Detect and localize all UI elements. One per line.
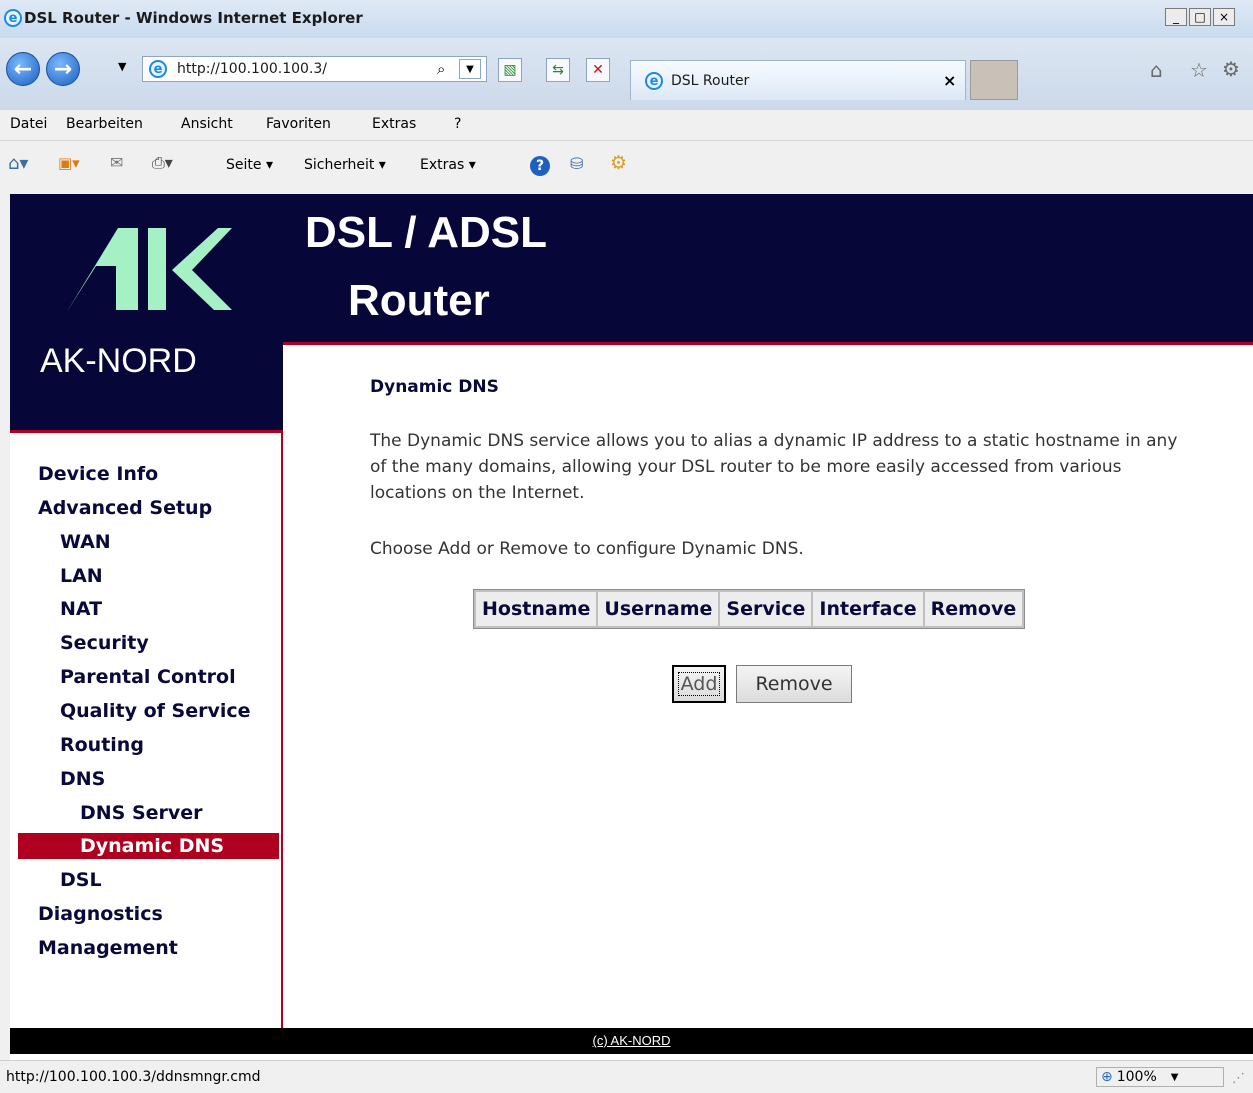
sidebar-item-lan[interactable]: LAN bbox=[60, 565, 103, 587]
ie-logo-icon: e bbox=[4, 9, 22, 27]
close-window-button[interactable]: × bbox=[1213, 8, 1235, 26]
main-content: Dynamic DNS The Dynamic DNS service allo… bbox=[284, 345, 1253, 1028]
addons-gear-icon[interactable]: ⚙ bbox=[610, 152, 627, 174]
add-button[interactable]: Add bbox=[672, 665, 726, 703]
table-header-row: Hostname Username Service Interface Remo… bbox=[476, 592, 1023, 626]
column-header-service: Service bbox=[720, 592, 812, 626]
page-ie-icon: e bbox=[149, 60, 167, 78]
new-tab-button[interactable] bbox=[970, 60, 1018, 100]
address-url: http://100.100.100.3/ bbox=[177, 61, 328, 77]
sidebar-item-dns[interactable]: DNS bbox=[60, 768, 105, 790]
refresh-icon[interactable]: ⇆ bbox=[546, 58, 570, 82]
read-mail-icon[interactable]: ✉ bbox=[110, 153, 123, 172]
sidebar-item-management[interactable]: Management bbox=[38, 937, 178, 959]
history-dropdown-icon[interactable]: ▼ bbox=[118, 60, 126, 73]
add-button-label: Add bbox=[677, 672, 721, 696]
maximize-button[interactable]: □ bbox=[1189, 8, 1211, 26]
description-text: The Dynamic DNS service allows you to al… bbox=[370, 431, 1178, 503]
security-menu[interactable]: Sicherheit ▾ bbox=[304, 157, 386, 173]
home-cmd-icon[interactable]: ⌂▾ bbox=[8, 153, 28, 174]
stop-icon[interactable]: ✕ bbox=[586, 58, 610, 82]
zoom-level: 100% bbox=[1116, 1069, 1157, 1085]
favorites-star-icon[interactable]: ☆ bbox=[1190, 58, 1208, 82]
arrow-left-icon: ← bbox=[13, 56, 33, 82]
logo-text: AK-NORD bbox=[40, 342, 197, 380]
arrow-right-icon: → bbox=[53, 56, 73, 82]
tab-ie-icon: e bbox=[645, 72, 663, 90]
column-header-interface: Interface bbox=[813, 592, 923, 626]
remove-button[interactable]: Remove bbox=[736, 665, 852, 703]
home-icon[interactable]: ⌂ bbox=[1150, 58, 1163, 82]
header-title-line2: Router bbox=[348, 276, 490, 325]
logo-area: AK-NORD bbox=[10, 194, 283, 430]
page-menu[interactable]: Seite ▾ bbox=[226, 157, 273, 173]
menu-favoriten[interactable]: Favoriten bbox=[266, 116, 331, 132]
forward-button[interactable]: → bbox=[46, 52, 80, 86]
column-header-username: Username bbox=[598, 592, 719, 626]
sidebar-item-dynamic-dns[interactable]: Dynamic DNS bbox=[80, 835, 224, 857]
resize-grip-icon[interactable]: ⋰ bbox=[1232, 1071, 1245, 1086]
tab-close-icon[interactable]: × bbox=[943, 71, 956, 90]
command-bar: ⌂▾ ▣▾ ✉ ⎙▾ Seite ▾ Sicherheit ▾ Extras ▾… bbox=[0, 141, 1253, 189]
column-header-remove: Remove bbox=[924, 592, 1023, 626]
navigation-bar: ← → ▼ e http://100.100.100.3/ ⌕ ▼ ▧ ⇆ ✕ … bbox=[0, 38, 1253, 110]
back-button[interactable]: ← bbox=[6, 52, 40, 86]
gear-icon[interactable]: ⚙ bbox=[1222, 57, 1240, 81]
sidebar-item-parental-control[interactable]: Parental Control bbox=[60, 666, 236, 688]
address-bar[interactable]: e http://100.100.100.3/ ⌕ ▼ bbox=[142, 56, 487, 82]
header-title-line1: DSL / ADSL bbox=[305, 208, 548, 257]
help-icon[interactable]: ? bbox=[530, 156, 550, 176]
compatibility-view-icon[interactable]: ▧ bbox=[498, 58, 522, 82]
chevron-down-icon: ▼ bbox=[1170, 1071, 1179, 1083]
sidebar-item-device-info[interactable]: Device Info bbox=[38, 463, 158, 485]
address-dropdown-button[interactable]: ▼ bbox=[459, 59, 481, 79]
copyright-link[interactable]: (c) AK-NORD bbox=[10, 1033, 1253, 1048]
window-title-bar: e DSL Router - Windows Internet Explorer… bbox=[0, 0, 1253, 39]
sidebar-item-routing[interactable]: Routing bbox=[60, 734, 144, 756]
minimize-button[interactable]: _ bbox=[1165, 8, 1187, 26]
zoom-icon: ⊕ bbox=[1101, 1069, 1113, 1085]
extras-cmd-menu[interactable]: Extras ▾ bbox=[420, 157, 476, 173]
sidebar-item-nat[interactable]: NAT bbox=[60, 598, 102, 620]
menu-bar: Datei Bearbeiten Ansicht Favoriten Extra… bbox=[0, 110, 1253, 141]
tab-dsl-router[interactable]: e DSL Router × bbox=[630, 60, 966, 100]
menu-extras[interactable]: Extras bbox=[372, 116, 416, 132]
rss-feeds-icon[interactable]: ▣▾ bbox=[58, 154, 80, 172]
search-icon[interactable]: ⌕ bbox=[437, 60, 445, 78]
sidebar-item-advanced-setup[interactable]: Advanced Setup bbox=[38, 497, 212, 519]
ak-nord-logo-icon bbox=[68, 228, 232, 310]
ddns-table: Hostname Username Service Interface Remo… bbox=[473, 589, 1026, 629]
menu-ansicht[interactable]: Ansicht bbox=[181, 116, 233, 132]
sidebar-item-dns-server[interactable]: DNS Server bbox=[80, 802, 203, 824]
sidebar-item-security[interactable]: Security bbox=[60, 632, 149, 654]
menu-bearbeiten[interactable]: Bearbeiten bbox=[66, 116, 143, 132]
research-icon[interactable]: ⛁ bbox=[570, 154, 583, 173]
menu-datei[interactable]: Datei bbox=[10, 116, 47, 132]
sidebar-item-qos[interactable]: Quality of Service bbox=[60, 700, 251, 722]
web-page: AK-NORD DSL / ADSL Router Device Info Ad… bbox=[10, 194, 1253, 1060]
window-title: DSL Router - Windows Internet Explorer bbox=[24, 9, 363, 27]
print-icon[interactable]: ⎙▾ bbox=[152, 153, 173, 173]
tab-title: DSL Router bbox=[671, 73, 750, 89]
page-title: Dynamic DNS bbox=[370, 377, 499, 397]
zoom-control[interactable]: ⊕ 100% ▼ bbox=[1096, 1067, 1224, 1087]
status-bar: http://100.100.100.3/ddnsmngr.cmd ⊕ 100%… bbox=[0, 1060, 1253, 1093]
menu-help[interactable]: ? bbox=[454, 116, 461, 132]
sidebar-item-diagnostics[interactable]: Diagnostics bbox=[38, 903, 163, 925]
sidebar-item-dsl[interactable]: DSL bbox=[60, 869, 102, 891]
status-url: http://100.100.100.3/ddnsmngr.cmd bbox=[6, 1069, 261, 1085]
column-header-hostname: Hostname bbox=[476, 592, 597, 626]
instruction-text: Choose Add or Remove to configure Dynami… bbox=[370, 539, 804, 559]
sidebar-item-wan[interactable]: WAN bbox=[60, 531, 111, 553]
footer: (c) AK-NORD bbox=[10, 1028, 1253, 1054]
